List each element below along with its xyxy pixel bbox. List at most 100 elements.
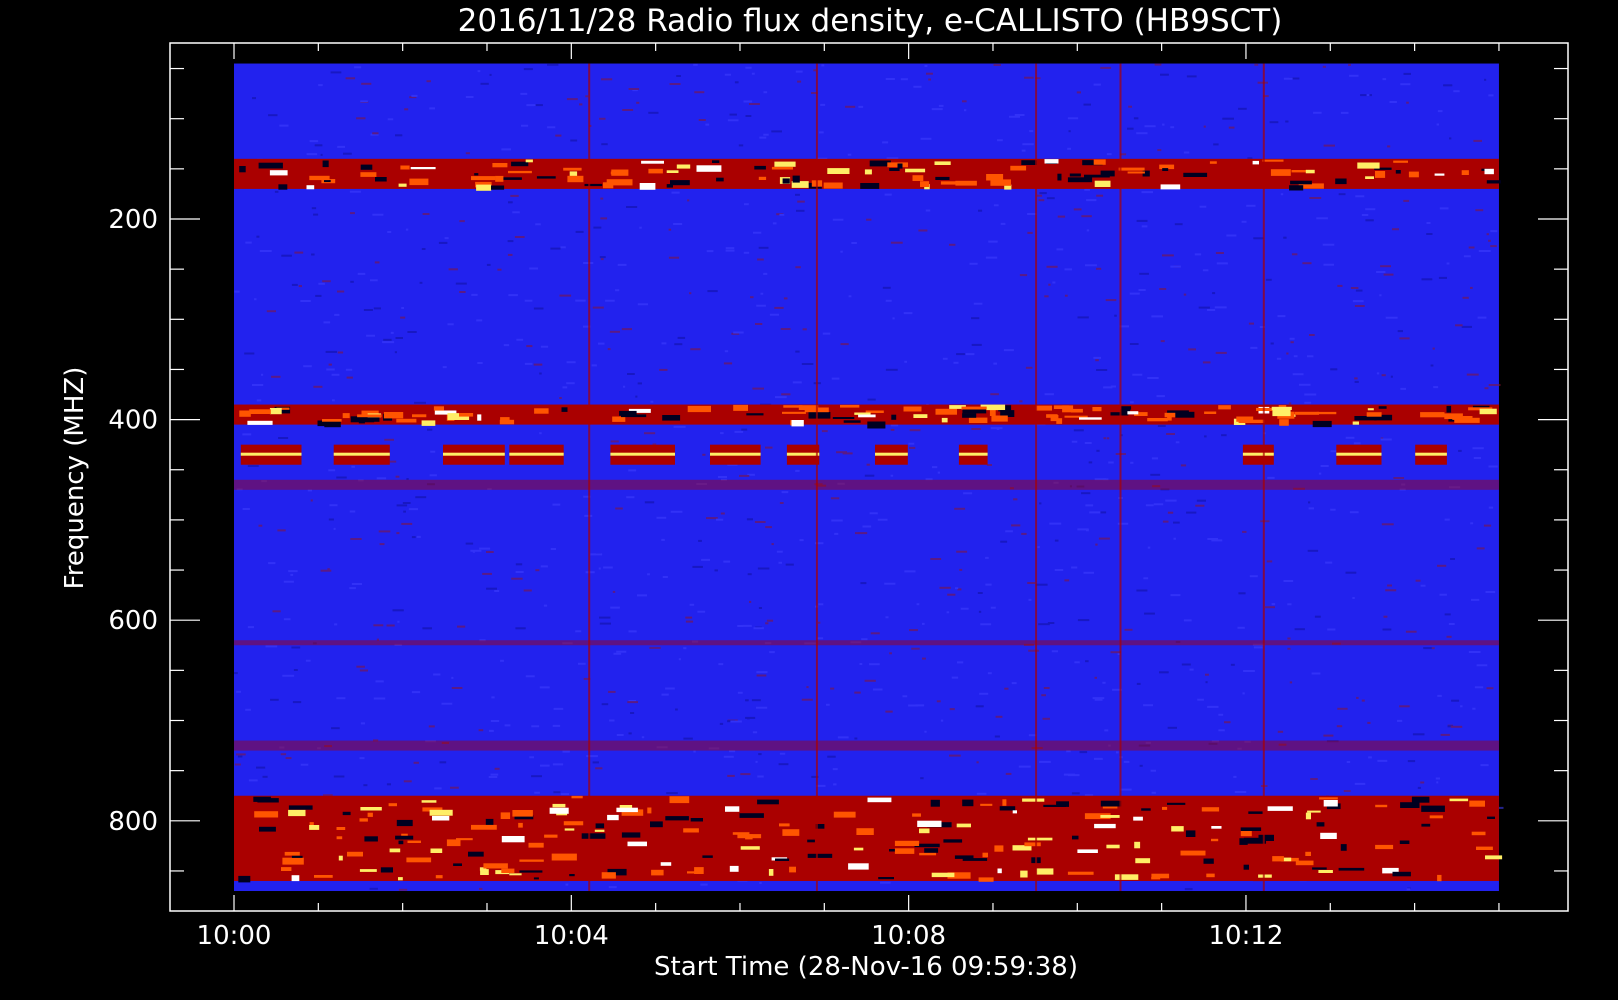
band-spike [662,415,681,421]
noise-cell [540,764,550,767]
noise-cell [494,767,500,770]
band-spike [485,818,494,826]
noise-cell [1293,355,1298,358]
noise-cell [1423,647,1433,650]
band-spike [1010,165,1027,171]
noise-cell [575,630,582,633]
noise-cell [797,80,802,83]
band-spike [1056,418,1063,424]
noise-cell [738,144,744,147]
band-spike [1183,172,1208,177]
noise-cell [265,645,278,648]
noise-cell [1470,522,1474,525]
noise-cell [1136,682,1141,685]
noise-cell [1277,315,1286,318]
noise-cell [550,247,561,250]
noise-cell [592,761,599,764]
noise-cell [1085,264,1097,267]
noise-cell [523,589,532,592]
noise-cell [693,750,696,753]
noise-cell [975,705,984,708]
band-spike [1320,832,1337,839]
noise-cell [725,249,735,252]
band-spike [1204,411,1217,414]
band-spike [690,818,703,822]
noise-cell [540,345,549,348]
noise-cell [1349,74,1359,77]
noise-cell [1150,769,1156,772]
noise-cell [1354,380,1359,383]
noise-cell [451,676,454,679]
noise-cell [745,115,752,117]
noise-cell [427,428,433,431]
band-spike [360,164,373,170]
y-tick-label: 600 [108,606,158,636]
noise-cell [1128,105,1132,108]
band-spike [1240,830,1252,837]
band-spike [1127,411,1139,415]
noise-cell [723,362,733,365]
noise-cell [1243,670,1255,672]
noise-cell [359,757,365,760]
noise-cell [918,229,928,232]
noise-cell [1124,628,1133,631]
noise-cell [490,773,499,776]
noise-cell [329,504,338,507]
noise-cell [661,538,665,541]
noise-cell [817,637,824,640]
band-spike [336,836,343,840]
noise-cell [363,784,368,787]
noise-cell [995,715,1003,718]
noise-cell [398,888,408,891]
noise-cell [1338,193,1346,196]
noise-cell [902,695,908,698]
noise-cell [677,336,686,339]
noise-cell [578,662,586,665]
band-spike [412,414,427,418]
noise-cell [583,262,594,264]
noise-cell [494,590,500,592]
band-spike [648,168,663,174]
noise-cell [1318,472,1322,475]
noise-cell [920,137,932,140]
noise-cell [1144,612,1155,615]
noise-cell [395,337,403,339]
noise-cell [1366,94,1370,97]
noise-cell [1054,539,1059,542]
noise-cell [565,883,569,886]
noise-cell [1000,222,1006,225]
band-spike [832,417,855,419]
band-spike [757,799,779,805]
noise-cell [1322,65,1326,68]
band-spike [509,873,522,876]
noise-cell [756,706,768,709]
noise-cell [779,752,786,755]
noise-cell [889,652,892,655]
noise-cell [904,360,907,363]
noise-cell [644,501,655,504]
band-spike [665,816,689,821]
band-spike [421,800,437,803]
noise-cell [924,65,928,67]
band-spike [1446,405,1452,413]
noise-cell [350,280,354,283]
noise-cell [1433,386,1439,389]
band-spike [1323,800,1338,807]
noise-cell [870,632,880,635]
band-spike [627,841,647,847]
noise-cell [813,69,817,72]
noise-cell [1436,123,1439,126]
band-spike [564,828,575,831]
noise-cell [1019,274,1028,277]
noise-cell [903,312,913,315]
noise-cell [1308,501,1311,504]
band-spike [935,176,950,180]
noise-cell [830,687,835,690]
noise-cell [627,701,638,704]
noise-cell [1021,149,1026,152]
noise-cell [491,696,495,699]
noise-cell [827,755,836,758]
noise-cell [540,565,548,568]
noise-cell [683,737,693,740]
noise-cell [595,767,603,770]
